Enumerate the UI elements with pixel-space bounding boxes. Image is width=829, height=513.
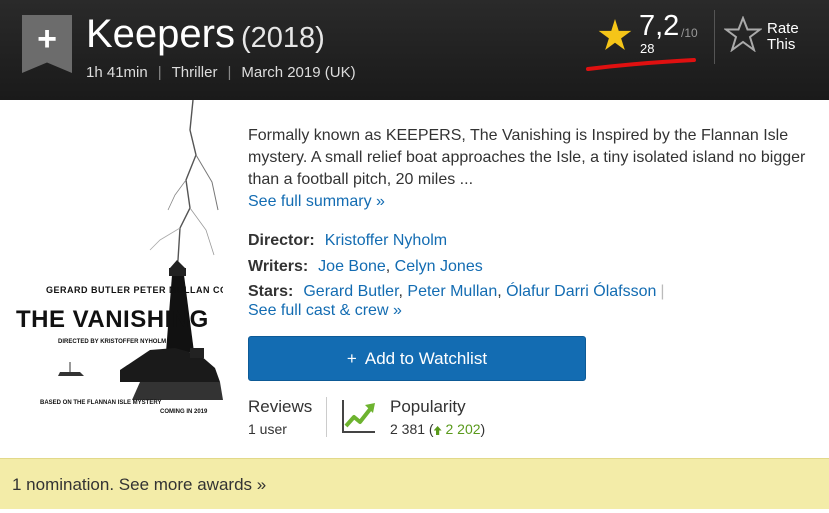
- divider: [326, 397, 327, 437]
- writers-row: Writers: Joe Bone, Celyn Jones: [248, 258, 483, 275]
- poster-based-on: BASED ON THE FLANNAN ISLE MYSTERY: [40, 400, 162, 406]
- star-link[interactable]: Ólafur Darri Ólafsson: [506, 283, 656, 300]
- summary-text: Formally known as KEEPERS, The Vanishing…: [248, 127, 806, 188]
- runtime: 1h 41min: [86, 64, 148, 81]
- arrow-up-icon: [433, 426, 442, 435]
- plus-icon: +: [346, 349, 357, 368]
- user-reviews-link[interactable]: 1 user: [248, 421, 312, 437]
- movie-subtext: 1h 41min | Thriller | March 2019 (UK): [86, 64, 356, 81]
- red-annotation-underline: [586, 58, 696, 71]
- popularity-change: 2 202: [445, 421, 481, 437]
- director-label: Director:: [248, 232, 315, 249]
- rating-value: 7,2: [639, 10, 680, 42]
- watchlist-label: Add to Watchlist: [364, 349, 488, 368]
- movie-year: (2018): [240, 22, 325, 54]
- popularity-rank: 2 381 ( 2 202): [390, 421, 486, 437]
- separator: |: [227, 64, 232, 81]
- title-wrapper: Keepers (2018): [86, 12, 325, 57]
- awards-bar: 1 nomination. See more awards »: [0, 458, 829, 509]
- poster-artwork: [58, 100, 223, 400]
- star-icon: [598, 19, 632, 50]
- director-row: Director: Kristoffer Nyholm: [248, 232, 447, 250]
- title-bar: + Keepers (2018) 1h 41min | Thriller | March …: [0, 0, 829, 100]
- poster-coming: COMING IN 2019: [160, 409, 208, 415]
- rating-out-of: /10: [681, 26, 698, 40]
- see-full-summary-link[interactable]: See full summary »: [248, 191, 808, 213]
- add-to-watchlist-button[interactable]: + Add to Watchlist: [248, 336, 586, 381]
- popularity-label: Popularity: [390, 397, 466, 416]
- header-divider: [714, 10, 715, 64]
- poster-actors: GERARD BUTLER PETER MULLAN CONNOR SWINDE…: [46, 285, 223, 295]
- stars-label: Stars:: [248, 283, 294, 300]
- writers-label: Writers:: [248, 258, 309, 275]
- rating-count[interactable]: 28: [640, 41, 654, 56]
- see-more-awards-link[interactable]: 1 nomination. See more awards »: [12, 475, 266, 495]
- star-outline-icon: [724, 16, 762, 52]
- genre-link[interactable]: Thriller: [172, 64, 218, 81]
- plus-icon: +: [37, 20, 57, 58]
- star-link[interactable]: Peter Mullan: [407, 283, 497, 300]
- rate-this-label: Rate This: [767, 20, 799, 53]
- rate-this-button[interactable]: Rate This: [724, 16, 814, 56]
- plot-summary: Formally known as KEEPERS, The Vanishing…: [248, 125, 808, 213]
- popularity-rank-value: 2 381: [390, 421, 426, 437]
- add-to-watchlist-ribbon[interactable]: +: [22, 15, 72, 73]
- trending-up-icon: [342, 400, 375, 433]
- see-full-cast-link[interactable]: See full cast & crew »: [248, 302, 402, 319]
- writer-link[interactable]: Celyn Jones: [395, 258, 483, 275]
- full-cast-row: See full cast & crew »: [248, 302, 402, 320]
- popularity-block[interactable]: Popularity 2 381 ( 2 202): [390, 397, 485, 437]
- writer-link[interactable]: Joe Bone: [318, 258, 386, 275]
- poster-director: DIRECTED BY KRISTOFFER NYHOLM: [58, 339, 167, 345]
- separator: |: [157, 64, 162, 81]
- movie-title: Keepers: [86, 12, 235, 56]
- director-link[interactable]: Kristoffer Nyholm: [325, 232, 447, 249]
- star-link[interactable]: Gerard Butler: [303, 283, 398, 300]
- release-date-link[interactable]: March 2019 (UK): [241, 64, 355, 81]
- imdb-rating[interactable]: 7,2 /10 28: [598, 10, 708, 60]
- movie-poster[interactable]: GERARD BUTLER PETER MULLAN CONNOR SWINDE…: [0, 100, 223, 433]
- separator: |: [660, 283, 665, 300]
- reviews-label: Reviews: [248, 397, 313, 416]
- stars-row: Stars: Gerard Butler, Peter Mullan, Ólafu…: [248, 283, 665, 300]
- reviews-block[interactable]: Reviews 1 user: [248, 397, 312, 437]
- poster-title: THE VANISHING: [16, 306, 209, 333]
